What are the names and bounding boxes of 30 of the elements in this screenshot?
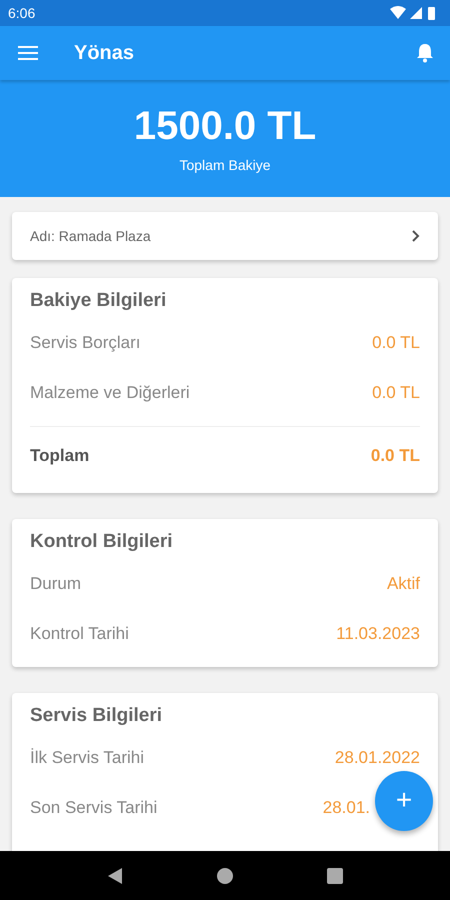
row-value: Aktif xyxy=(386,574,420,594)
row-label: Kontrol Tarihi xyxy=(30,624,129,644)
name-row[interactable]: Adı: Ramada Plaza xyxy=(12,212,438,260)
row-value: 0.0 TL xyxy=(370,446,420,466)
card-title: Kontrol Bilgileri xyxy=(30,531,174,553)
row-value: 11.03.2023 xyxy=(336,624,420,644)
balance-amount: 1500.0 TL xyxy=(134,104,316,149)
status-icons xyxy=(390,5,438,21)
balance-label: Toplam Bakiye xyxy=(179,157,271,173)
row-label: İlk Servis Tarihi xyxy=(30,748,144,768)
row-label: Toplam xyxy=(30,446,90,466)
row-label: Malzeme ve Diğerleri xyxy=(30,383,190,403)
card-title: Bakiye Bilgileri xyxy=(30,290,168,312)
row-label: Durum xyxy=(30,574,82,594)
name-text: Adı: Ramada Plaza xyxy=(30,228,151,244)
home-icon[interactable] xyxy=(217,868,233,884)
bell-icon[interactable] xyxy=(416,43,434,63)
row-value: 28.01. xyxy=(322,798,370,818)
row-value: 0.0 TL xyxy=(372,333,420,353)
row-value: 0.0 TL xyxy=(372,383,420,403)
menu-icon[interactable] xyxy=(18,45,38,61)
row-value: 28.01.2022 xyxy=(334,748,420,768)
row-label: Son Servis Tarihi xyxy=(30,798,158,818)
row-label: Servis Borçları xyxy=(30,333,141,353)
clock: 6:06 xyxy=(8,5,36,21)
recents-icon[interactable] xyxy=(327,868,343,884)
card-title: Servis Bilgileri xyxy=(30,705,164,727)
back-icon[interactable] xyxy=(107,866,123,884)
app-title: Yönas xyxy=(74,42,136,64)
chevron-icon xyxy=(412,230,420,242)
